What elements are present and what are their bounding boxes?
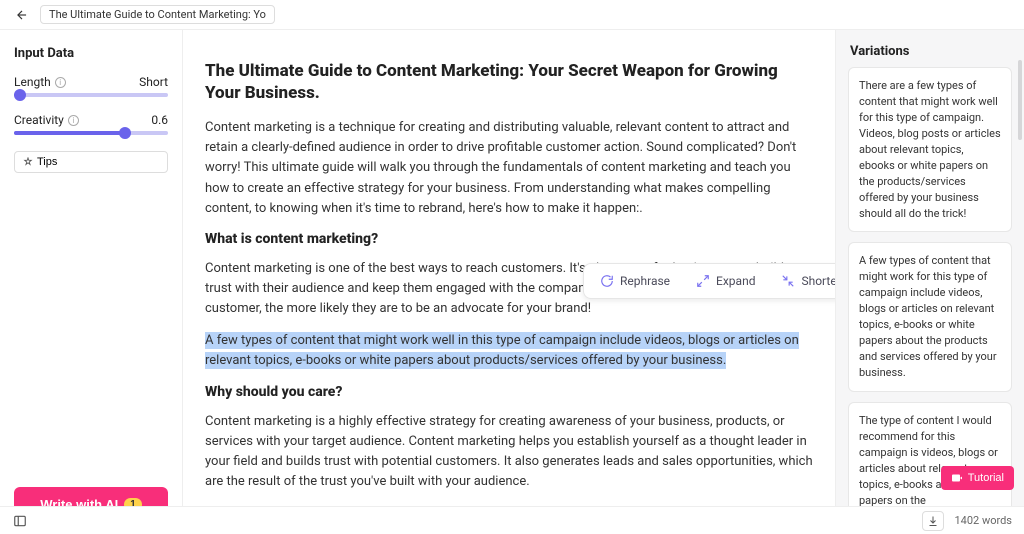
document-title-input[interactable]: The Ultimate Guide to Content Marketing:… [40, 5, 275, 24]
rephrase-button[interactable]: Rephrase [588, 268, 682, 294]
selection-toolbar: Rephrase Expand Shorten [583, 263, 836, 299]
variations-list[interactable]: There are a few types of content that mi… [836, 67, 1024, 534]
tutorial-button[interactable]: Tutorial [941, 466, 1014, 490]
word-count: 1402 words [954, 514, 1012, 527]
back-button[interactable] [12, 5, 32, 25]
article-highlighted: A few types of content that might work w… [205, 331, 813, 371]
variation-card[interactable]: A few types of content that might work f… [848, 242, 1012, 392]
variations-panel: Variations There are a few types of cont… [836, 30, 1024, 534]
length-label: Length [14, 75, 51, 89]
expand-button[interactable]: Expand [684, 268, 767, 294]
length-slider[interactable] [14, 93, 168, 97]
creativity-value: 0.6 [151, 113, 168, 127]
download-button[interactable] [922, 511, 944, 531]
section-heading: What is content marketing? [205, 231, 813, 247]
editor-main[interactable]: The Ultimate Guide to Content Marketing:… [183, 30, 836, 534]
article-intro: Content marketing is a technique for cre… [205, 118, 813, 219]
variation-card[interactable]: There are a few types of content that mi… [848, 67, 1012, 232]
info-icon[interactable]: i [68, 115, 79, 126]
article-para: Content marketing is a highly effective … [205, 412, 813, 493]
status-bar: 1402 words [0, 506, 1024, 534]
scrollbar-thumb[interactable] [1018, 60, 1022, 140]
article-title: The Ultimate Guide to Content Marketing:… [205, 60, 813, 104]
section-heading: Why should you care? [205, 384, 813, 400]
input-sidebar: Input Data Lengthi Short Creativityi 0.6 [0, 30, 183, 534]
info-icon[interactable]: i [55, 77, 66, 88]
panel-toggle-icon[interactable] [12, 513, 28, 529]
tips-button[interactable]: Tips [14, 151, 168, 173]
shorten-button[interactable]: Shorten [769, 268, 836, 294]
creativity-label: Creativity [14, 113, 64, 127]
length-value: Short [139, 75, 168, 89]
creativity-slider[interactable] [14, 131, 168, 135]
sidebar-heading: Input Data [14, 46, 168, 61]
variations-heading: Variations [836, 30, 1024, 67]
